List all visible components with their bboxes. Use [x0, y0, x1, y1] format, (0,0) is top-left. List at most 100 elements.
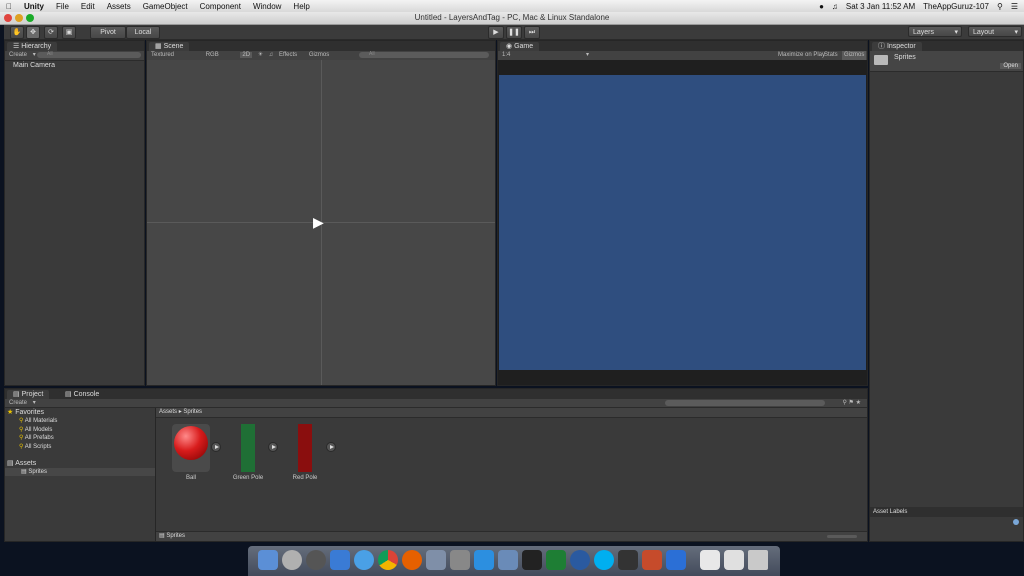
pivot-button[interactable]: Pivot: [90, 26, 126, 39]
textured-dropdown[interactable]: Textured: [151, 52, 174, 58]
minimize-button[interactable]: [15, 14, 23, 22]
system-preferences-icon[interactable]: [450, 550, 470, 570]
game-screen[interactable]: [499, 75, 866, 370]
icon-size-slider[interactable]: [827, 535, 857, 538]
mission-control-icon[interactable]: [306, 550, 326, 570]
scene-gizmos-dropdown[interactable]: Gizmos: [309, 52, 329, 58]
inspector-open-button[interactable]: Open: [1000, 63, 1021, 69]
preview-icon[interactable]: [724, 550, 744, 570]
tab-project[interactable]: ▤ Project: [7, 390, 50, 399]
game-gizmos-toggle[interactable]: Gizmos: [842, 51, 867, 60]
asset-tile-ball[interactable]: [172, 424, 210, 472]
unity-icon[interactable]: [618, 550, 638, 570]
breadcrumb-sprites[interactable]: Sprites: [183, 409, 202, 415]
app-store-icon[interactable]: [330, 550, 350, 570]
layers-dropdown[interactable]: Layers ▾: [908, 26, 962, 37]
asset-tile-green-pole[interactable]: [241, 424, 255, 472]
hierarchy-search-input[interactable]: All: [37, 51, 141, 58]
asset-label-red-pole: Red Pole: [292, 475, 318, 481]
tab-inspector[interactable]: ⓘ Inspector: [872, 42, 922, 51]
search-icon[interactable]: ⚲: [997, 2, 1003, 11]
menu-window[interactable]: Window: [247, 2, 287, 11]
aspect-dropdown[interactable]: 1:4: [502, 52, 510, 58]
menu-edit[interactable]: Edit: [75, 2, 101, 11]
game-tabbar: ◉ Game: [498, 41, 867, 51]
favorite-all-materials[interactable]: ⚲ All Materials: [19, 417, 57, 426]
move-tool-button[interactable]: ✥: [26, 26, 40, 39]
pause-button[interactable]: ❚❚: [506, 26, 522, 39]
step-button[interactable]: ⏭: [524, 26, 540, 39]
rgb-dropdown[interactable]: RGB: [206, 52, 219, 58]
red-pole-expand-button[interactable]: [326, 442, 336, 452]
ball-expand-button[interactable]: [211, 442, 221, 452]
local-button[interactable]: Local: [126, 26, 160, 39]
green-pole-expand-button[interactable]: [268, 442, 278, 452]
inspector-tabbar: ⓘ Inspector: [870, 41, 1023, 51]
layout-dropdown[interactable]: Layout ▾: [968, 26, 1022, 37]
globe-icon[interactable]: [570, 550, 590, 570]
tab-game[interactable]: ◉ Game: [500, 42, 540, 51]
menu-file[interactable]: File: [50, 2, 75, 11]
launchpad-icon[interactable]: [282, 550, 302, 570]
scale-tool-button[interactable]: ▣: [62, 26, 76, 39]
assets-folder-sprites[interactable]: ▤ Sprites: [5, 468, 155, 476]
hierarchy-create-button[interactable]: Create: [9, 52, 27, 58]
xcode-icon[interactable]: [498, 550, 518, 570]
menu-component[interactable]: Component: [194, 2, 247, 11]
finder-icon[interactable]: [258, 550, 278, 570]
trash-icon[interactable]: [748, 550, 768, 570]
effects-dropdown[interactable]: Effects: [279, 52, 297, 58]
asset-tile-red-pole[interactable]: [298, 424, 312, 472]
tab-console[interactable]: ▤ Console: [59, 390, 106, 399]
audio-icon[interactable]: ♫: [269, 52, 274, 58]
safari-icon[interactable]: [354, 550, 374, 570]
hand-tool-button[interactable]: ✋: [10, 26, 24, 39]
breadcrumb-assets[interactable]: Assets: [159, 409, 177, 415]
asset-labels-title: Asset Labels: [873, 509, 908, 515]
scene-search-input[interactable]: All: [359, 51, 489, 58]
word-icon[interactable]: [666, 550, 686, 570]
apple-icon[interactable]: : [0, 2, 18, 11]
rotate-tool-button[interactable]: ⟳: [44, 26, 58, 39]
zoom-button[interactable]: [26, 14, 34, 22]
chrome-icon[interactable]: [378, 550, 398, 570]
assets-label: Assets: [15, 460, 37, 467]
scene-viewport[interactable]: ▶: [147, 60, 495, 385]
filezilla-icon[interactable]: [474, 550, 494, 570]
menu-help[interactable]: Help: [287, 2, 315, 11]
favorites-node[interactable]: ★ Favorites: [7, 408, 44, 416]
network-app-icon[interactable]: [426, 550, 446, 570]
light-icon[interactable]: ☀: [258, 52, 263, 58]
filter-icons[interactable]: ⚲ ⚑ ★: [843, 399, 862, 408]
maximize-on-play-toggle[interactable]: Maximize on Play: [778, 51, 825, 60]
menu-app-unity[interactable]: Unity: [18, 2, 50, 11]
skype-icon[interactable]: [594, 550, 614, 570]
tag-icon[interactable]: [1013, 519, 1019, 525]
favorite-all-prefabs[interactable]: ⚲ All Prefabs: [19, 434, 57, 443]
favorite-all-scripts[interactable]: ⚲ All Scripts: [19, 443, 57, 452]
document-icon[interactable]: [700, 550, 720, 570]
play-button[interactable]: ▶: [488, 26, 504, 39]
tab-scene[interactable]: ▦ Scene: [149, 42, 190, 51]
user-name[interactable]: TheAppGuruz-107: [923, 2, 989, 11]
close-button[interactable]: [4, 14, 12, 22]
volume-icon[interactable]: ♫: [832, 2, 838, 11]
assets-node[interactable]: ▤ Assets: [7, 459, 36, 467]
hierarchy-search-placeholder: All: [47, 51, 53, 57]
menu-gameobject[interactable]: GameObject: [137, 2, 194, 11]
camera-gizmo-icon[interactable]: ▶: [313, 214, 324, 231]
mode-2d-toggle[interactable]: 2D: [240, 52, 253, 58]
list-icon[interactable]: ☰: [1011, 2, 1018, 11]
menu-assets[interactable]: Assets: [101, 2, 137, 11]
favorite-all-models[interactable]: ⚲ All Models: [19, 426, 57, 435]
wifi-icon[interactable]: ●: [819, 2, 824, 11]
excel-icon[interactable]: [546, 550, 566, 570]
stats-toggle[interactable]: Stats: [824, 51, 838, 60]
firefox-icon[interactable]: [402, 550, 422, 570]
project-create-button[interactable]: Create: [9, 400, 27, 406]
clock[interactable]: Sat 3 Jan 11:52 AM: [846, 2, 915, 11]
terminal-icon[interactable]: [522, 550, 542, 570]
photoshop-icon[interactable]: [642, 550, 662, 570]
project-search-input[interactable]: [665, 400, 825, 406]
hierarchy-item-main-camera[interactable]: Main Camera: [13, 62, 55, 69]
